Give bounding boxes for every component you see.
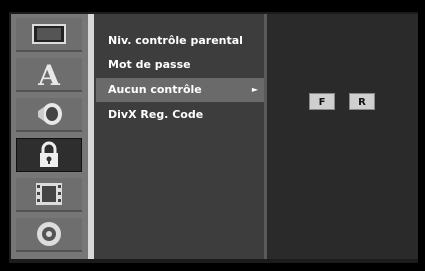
audio-icon [38, 103, 62, 125]
option-f-button[interactable]: F [309, 93, 335, 110]
svg-text:A: A [37, 60, 61, 88]
parental-menu: Niv. contrôle parental Mot de passe Aucu… [94, 14, 264, 259]
language-icon: A [37, 60, 61, 88]
menu-item-password[interactable]: Mot de passe [96, 53, 264, 77]
menu-item-label: Mot de passe [108, 58, 191, 71]
category-picture[interactable] [16, 18, 82, 52]
value-panel: F R [267, 14, 418, 259]
category-sidebar: A [11, 14, 88, 259]
film-icon [36, 183, 62, 205]
category-language[interactable]: A [16, 58, 82, 92]
menu-item-parental-level[interactable]: Niv. contrôle parental [96, 29, 264, 53]
category-film[interactable] [16, 178, 82, 212]
picture-icon [32, 24, 66, 44]
menu-item-no-control[interactable]: Aucun contrôle ► [96, 78, 264, 102]
category-disc[interactable] [16, 218, 82, 252]
disc-icon [37, 222, 61, 246]
category-audio[interactable] [16, 98, 82, 132]
lock-icon [40, 141, 58, 167]
menu-item-divx-reg-code[interactable]: DivX Reg. Code [96, 103, 264, 127]
menu-item-label: Niv. contrôle parental [108, 34, 243, 47]
menu-item-label: DivX Reg. Code [108, 108, 204, 121]
category-lock[interactable] [16, 138, 82, 172]
option-r-button[interactable]: R [349, 93, 375, 110]
arrow-right-icon: ► [251, 85, 258, 94]
menu-item-label: Aucun contrôle [108, 83, 202, 96]
